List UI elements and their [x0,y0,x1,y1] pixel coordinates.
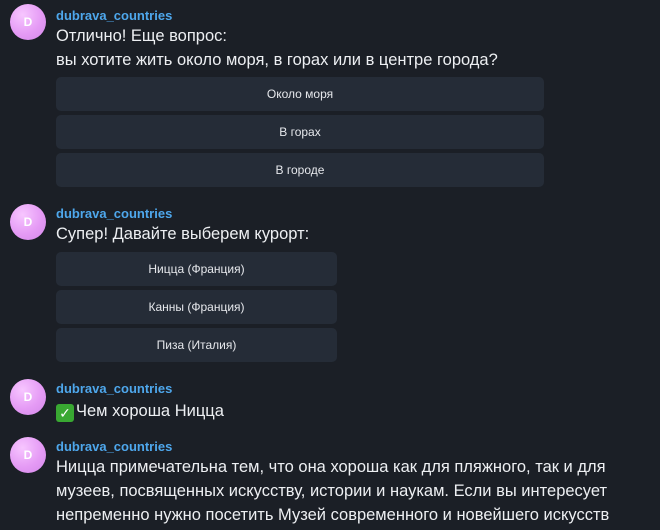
reply-button-nice[interactable]: Ницца (Франция) [56,252,337,286]
message-text-line: вы хотите жить около моря, в горах или в… [56,51,498,69]
message-text-line: Супер! Давайте выберем курорт: [56,225,310,243]
message-author[interactable]: dubrava_countries [56,381,172,396]
avatar[interactable]: D [10,379,46,415]
reply-button-cannes[interactable]: Канны (Франция) [56,290,337,324]
message-text: Чем хороша Ницца [76,402,224,420]
message-text-line: Отлично! Еще вопрос: [56,27,227,45]
reply-button-pisa[interactable]: Пиза (Италия) [56,328,337,362]
reply-button-near-sea[interactable]: Около моря [56,77,544,111]
avatar[interactable]: D [10,4,46,40]
message-text-line: непременно нужно посетить Музей современ… [56,506,610,524]
reply-button-mountains[interactable]: В горах [56,115,544,149]
message-author[interactable]: dubrava_countries [56,206,172,221]
reply-button-city[interactable]: В городе [56,153,544,187]
message-author[interactable]: dubrava_countries [56,8,172,23]
chat-history: D dubrava_countries Отлично! Еще вопрос:… [0,0,660,530]
avatar[interactable]: D [10,437,46,473]
message-text-line: музеев, посвященных искусству, истории и… [56,482,608,500]
message-text-line: Ницца примечательна тем, что она хороша … [56,458,606,476]
message-text-line: ✓ Чем хороша Ницца [56,399,224,423]
message-author[interactable]: dubrava_countries [56,439,172,454]
avatar[interactable]: D [10,204,46,240]
check-mark-icon: ✓ [56,404,74,422]
